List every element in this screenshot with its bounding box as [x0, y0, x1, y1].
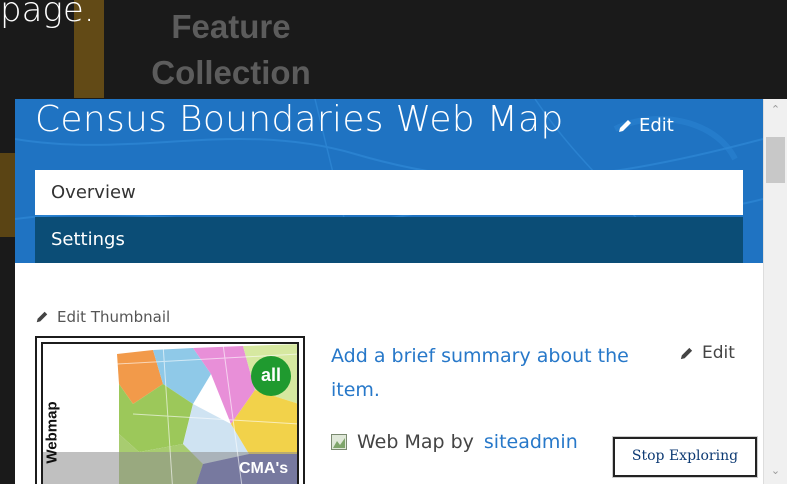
edit-summary-label: Edit: [702, 343, 735, 363]
item-type-prefix: Web Map by: [357, 431, 474, 453]
feature-line-2: Collection: [151, 54, 311, 91]
item-type-line: Web Map by siteadmin: [331, 431, 578, 453]
thumbnail-side-label: Webmap: [43, 401, 61, 464]
background-page-text: page.: [0, 0, 95, 30]
vertical-scrollbar[interactable]: ⌃ ⌄: [763, 99, 787, 484]
item-header: Census Boundaries Web Map Edit Overview …: [15, 99, 763, 263]
thumbnail-all-badge: all: [251, 356, 291, 396]
page-title: Census Boundaries Web Map: [35, 99, 564, 140]
stop-exploring-button[interactable]: Stop Exploring: [613, 437, 757, 477]
edit-thumbnail-button[interactable]: Edit Thumbnail: [35, 308, 170, 326]
pencil-icon: [619, 119, 631, 132]
scroll-up-arrow-icon[interactable]: ⌃: [764, 99, 787, 121]
edit-title-label: Edit: [639, 115, 674, 136]
tab-settings[interactable]: Settings: [35, 217, 743, 263]
scrollbar-thumb[interactable]: [766, 137, 785, 183]
edit-thumbnail-label: Edit Thumbnail: [57, 308, 171, 326]
item-details-panel: Census Boundaries Web Map Edit Overview …: [15, 99, 763, 484]
item-summary[interactable]: Add a brief summary about the item.: [331, 339, 671, 407]
edit-summary-button[interactable]: Edit: [679, 343, 735, 363]
thumbnail-corner-label: CMA's: [239, 460, 289, 477]
edit-title-button[interactable]: Edit: [617, 115, 674, 136]
pencil-icon: [36, 311, 48, 323]
item-thumbnail: Webmap all CMA's: [35, 336, 305, 484]
thumbnail-map: Webmap all CMA's: [41, 342, 299, 484]
background-accent-left: [0, 153, 16, 237]
feature-line-1: Feature: [171, 8, 291, 45]
item-owner-link[interactable]: siteadmin: [484, 431, 578, 453]
pencil-icon: [680, 347, 693, 359]
scroll-down-arrow-icon[interactable]: ⌄: [764, 460, 787, 482]
tab-overview[interactable]: Overview: [35, 170, 743, 215]
background-feature-collection: Feature Collection: [136, 4, 326, 96]
web-map-icon: [331, 434, 347, 450]
